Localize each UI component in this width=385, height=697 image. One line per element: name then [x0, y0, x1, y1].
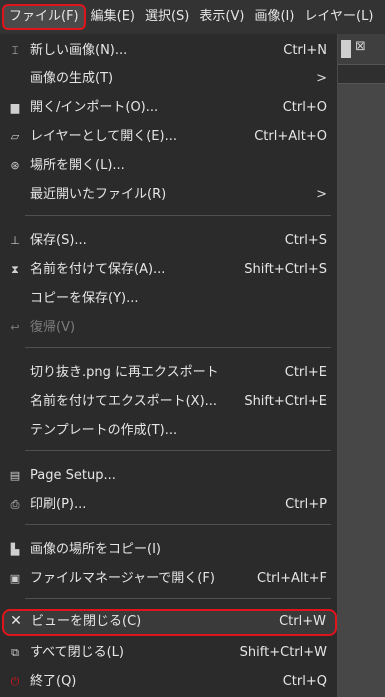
menu-item-shortcut: Shift+Ctrl+W: [239, 645, 327, 660]
menu-item-label: 新しい画像(N)...: [30, 43, 128, 58]
menu-item-shortcut: Ctrl+N: [283, 43, 327, 58]
canvas-area[interactable]: [338, 84, 385, 697]
menu-item-print[interactable]: ⎙ 印刷(P)... Ctrl+P: [0, 492, 338, 518]
menu-separator: [25, 598, 331, 599]
open-layer-icon: ▱: [10, 130, 20, 143]
close-icon: ✕: [10, 613, 22, 629]
menu-item-label: 名前を付けて保存(A)...: [30, 262, 166, 277]
ruler: [338, 65, 385, 84]
menu-separator: [25, 524, 331, 525]
menu-select[interactable]: 選択(S): [140, 4, 194, 30]
image-tab[interactable]: [341, 40, 351, 58]
menu-item-open-file-manager[interactable]: ▣ ファイルマネージャーで開く(F) Ctrl+Alt+F: [0, 566, 338, 592]
menu-image[interactable]: 画像(I): [249, 4, 299, 30]
menu-item-reexport[interactable]: 切り抜き.png に再エクスポート Ctrl+E: [0, 360, 338, 386]
menu-item-shortcut: Shift+Ctrl+S: [244, 262, 327, 277]
menu-item-revert: ↩ 復帰(V): [0, 315, 338, 341]
print-icon: ⎙: [10, 498, 20, 511]
menu-item-label: コピーを保存(Y)...: [30, 291, 139, 306]
menu-item-close-view[interactable]: ✕ ビューを閉じる(C) Ctrl+W: [2, 609, 337, 636]
menu-item-label: 画像の生成(T): [30, 71, 114, 86]
menu-separator: [25, 215, 331, 216]
copy-location-icon: ▙: [10, 543, 20, 556]
menu-view[interactable]: 表示(V): [194, 4, 249, 30]
menubar: ファイル(F) 編集(E) 選択(S) 表示(V) 画像(I) レイヤー(L): [0, 0, 385, 34]
menu-item-label: 開く/インポート(O)...: [30, 100, 159, 115]
menu-item-page-setup[interactable]: ▤ Page Setup...: [0, 463, 338, 489]
menu-item-copy-location[interactable]: ▙ 画像の場所をコピー(I): [0, 537, 338, 563]
menu-item-open[interactable]: ▆ 開く/インポート(O)... Ctrl+O: [0, 95, 338, 121]
menu-item-recent-files[interactable]: 最近開いたファイル(R) >: [0, 182, 338, 208]
menu-item-shortcut: Ctrl+Alt+O: [254, 129, 327, 144]
menu-item-label: 印刷(P)...: [30, 497, 87, 512]
menu-item-export-as[interactable]: 名前を付けてエクスポート(X)... Shift+Ctrl+E: [0, 389, 338, 415]
chevron-right-icon: >: [316, 187, 327, 202]
menu-item-label: レイヤーとして開く(E)...: [30, 129, 177, 144]
menu-item-shortcut: Ctrl+O: [282, 100, 327, 115]
page-setup-icon: ▤: [9, 469, 21, 482]
quit-icon: ⏻: [10, 675, 20, 688]
chevron-right-icon: >: [316, 71, 327, 86]
menu-item-open-location[interactable]: ⊛ 場所を開く(L)...: [0, 153, 338, 179]
image-tab-strip: ⊠: [338, 34, 385, 65]
file-menu-dropdown: ⌶ 新しい画像(N)... Ctrl+N 画像の生成(T) > ▆ 開く/インポ…: [0, 34, 338, 697]
menu-item-open-as-layer[interactable]: ▱ レイヤーとして開く(E)... Ctrl+Alt+O: [0, 124, 338, 150]
menu-item-shortcut: Ctrl+P: [285, 497, 327, 512]
menu-item-save-as[interactable]: ⧗ 名前を付けて保存(A)... Shift+Ctrl+S: [0, 257, 338, 283]
menu-item-label: 最近開いたファイル(R): [30, 187, 167, 202]
menu-item-label: 復帰(V): [30, 320, 76, 335]
menu-item-label: Page Setup...: [30, 468, 116, 483]
menu-layer[interactable]: レイヤー(L): [299, 4, 378, 30]
menu-item-quit[interactable]: ⏻ 終了(Q) Ctrl+Q: [0, 669, 338, 695]
menu-item-new-image[interactable]: ⌶ 新しい画像(N)... Ctrl+N: [0, 38, 338, 64]
new-image-icon: ⌶: [11, 44, 19, 57]
close-all-icon: ⧉: [11, 646, 19, 659]
save-as-icon: ⧗: [11, 263, 19, 276]
menu-item-shortcut: Shift+Ctrl+E: [244, 394, 327, 409]
menu-item-shortcut: Ctrl+S: [284, 233, 327, 248]
menu-item-shortcut: Ctrl+Q: [282, 674, 327, 689]
save-icon: ⊥: [10, 234, 20, 247]
menu-item-label: 終了(Q): [30, 674, 77, 689]
menu-item-label: 切り抜き.png に再エクスポート: [30, 365, 219, 380]
file-manager-icon: ▣: [9, 572, 21, 585]
menu-item-label: 名前を付けてエクスポート(X)...: [30, 394, 218, 409]
menu-file[interactable]: ファイル(F): [2, 4, 86, 30]
menu-item-label: ビューを閉じる(C): [31, 614, 142, 629]
menu-item-label: すべて閉じる(L): [30, 645, 124, 660]
menu-item-label: 場所を開く(L)...: [30, 158, 125, 173]
menu-item-label: 画像の場所をコピー(I): [30, 542, 161, 557]
globe-icon: ⊛: [10, 159, 20, 172]
menu-separator: [25, 347, 331, 348]
close-tab-icon[interactable]: ⊠: [355, 39, 366, 54]
menu-item-create-template[interactable]: テンプレートの作成(T)...: [0, 418, 338, 444]
open-icon: ▆: [10, 101, 20, 114]
menu-separator: [25, 450, 331, 451]
menu-item-save-copy[interactable]: コピーを保存(Y)...: [0, 286, 338, 312]
menu-item-save[interactable]: ⊥ 保存(S)... Ctrl+S: [0, 228, 338, 254]
image-window: ⊠: [338, 34, 385, 697]
menu-item-shortcut: Ctrl+W: [279, 614, 326, 629]
revert-icon: ↩: [10, 321, 20, 334]
menu-item-close-all[interactable]: ⧉ すべて閉じる(L) Shift+Ctrl+W: [0, 640, 338, 666]
menu-edit[interactable]: 編集(E): [86, 4, 140, 30]
menu-item-shortcut: Ctrl+Alt+F: [257, 571, 327, 586]
menu-item-label: ファイルマネージャーで開く(F): [30, 571, 215, 586]
menu-item-label: テンプレートの作成(T)...: [30, 423, 178, 438]
menu-item-create-image[interactable]: 画像の生成(T) >: [0, 66, 338, 92]
menu-item-shortcut: Ctrl+E: [284, 365, 327, 380]
menu-item-label: 保存(S)...: [30, 233, 87, 248]
